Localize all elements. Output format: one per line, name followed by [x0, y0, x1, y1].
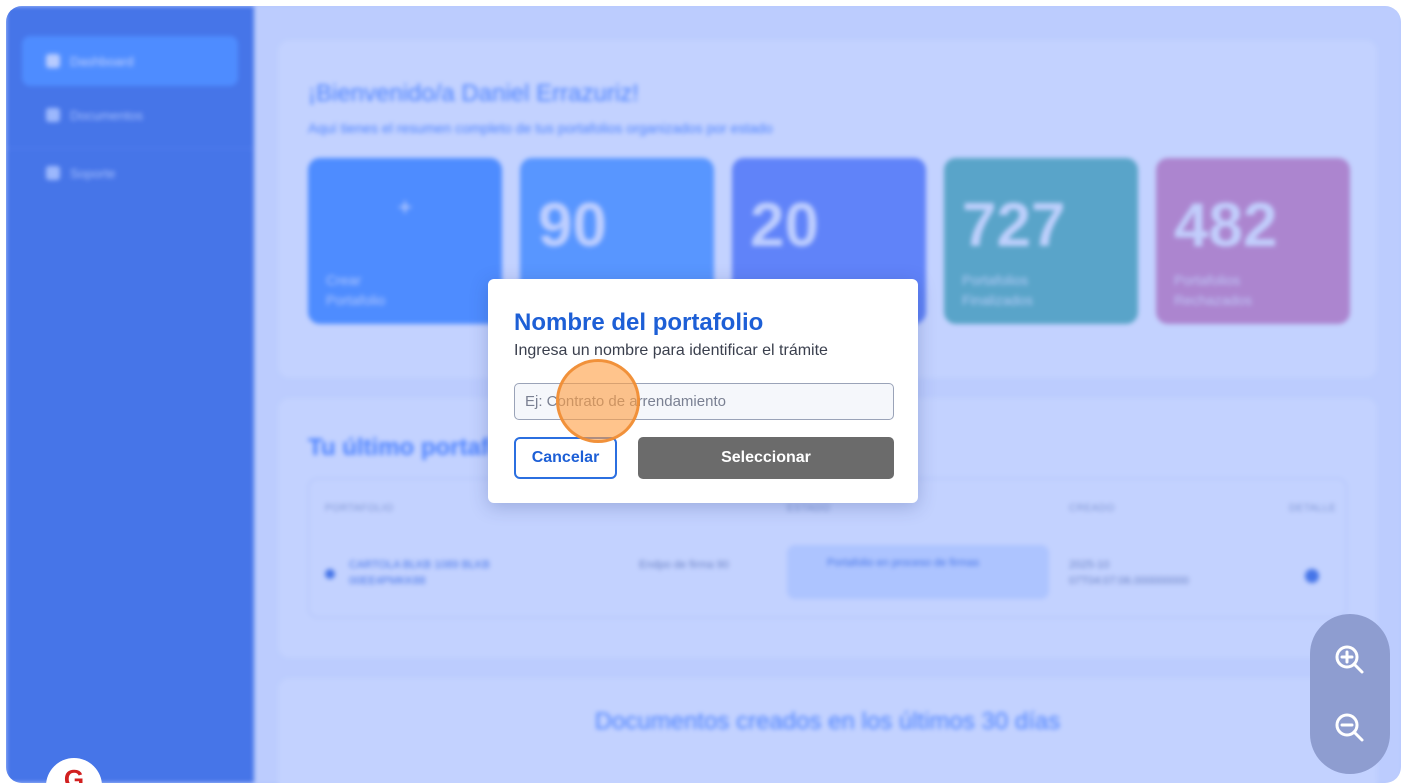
cancel-button[interactable]: Cancelar: [514, 437, 617, 479]
zoom-in-icon[interactable]: [1330, 640, 1370, 680]
dialog-title: Nombre del portafolio: [514, 309, 764, 336]
app-window: Dashboard Documentos Soporte ¡Bienvenido…: [6, 6, 1401, 783]
dialog-subtitle: Ingresa un nombre para identificar el tr…: [514, 342, 828, 359]
zoom-controls: [1310, 614, 1390, 774]
select-button[interactable]: Seleccionar: [638, 437, 894, 479]
portfolio-name-input[interactable]: [514, 383, 894, 420]
zoom-out-icon[interactable]: [1330, 708, 1370, 748]
portfolio-name-dialog: Nombre del portafolio Ingresa un nombre …: [488, 279, 918, 503]
